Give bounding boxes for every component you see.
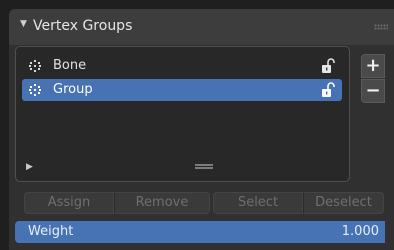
vertex-group-icon bbox=[29, 60, 41, 72]
triangle-right-icon[interactable]: ▶ bbox=[26, 162, 33, 172]
resize-grip-icon[interactable] bbox=[195, 164, 213, 169]
list-item-label: Bone bbox=[53, 58, 87, 73]
vertex-group-icon bbox=[29, 84, 41, 96]
remove-button[interactable]: Remove bbox=[114, 192, 210, 214]
weight-label: Weight bbox=[28, 224, 74, 239]
list-item[interactable]: Group bbox=[22, 79, 342, 101]
select-deselect-group: Select Deselect bbox=[213, 192, 384, 214]
unlocked-padlock-icon[interactable] bbox=[320, 57, 336, 75]
unlocked-padlock-icon[interactable] bbox=[320, 81, 336, 99]
vertex-group-list: Bone Group ▶ bbox=[15, 46, 350, 182]
weight-value: 1.000 bbox=[341, 224, 379, 239]
add-vertex-group-button[interactable]: + bbox=[361, 54, 385, 78]
select-button[interactable]: Select bbox=[213, 192, 303, 214]
remove-vertex-group-button[interactable]: − bbox=[361, 79, 385, 103]
panel-title: Vertex Groups bbox=[33, 18, 133, 34]
assign-remove-group: Assign Remove bbox=[24, 192, 210, 214]
weight-slider[interactable]: Weight 1.000 bbox=[15, 221, 385, 243]
list-item[interactable]: Bone bbox=[22, 55, 342, 77]
panel-header[interactable]: ▼ Vertex Groups bbox=[9, 9, 394, 45]
assign-button[interactable]: Assign bbox=[24, 192, 114, 214]
deselect-button[interactable]: Deselect bbox=[303, 192, 384, 214]
triangle-down-icon[interactable]: ▼ bbox=[20, 19, 27, 29]
grip-dots-icon[interactable] bbox=[374, 24, 388, 30]
list-item-label: Group bbox=[53, 82, 93, 97]
